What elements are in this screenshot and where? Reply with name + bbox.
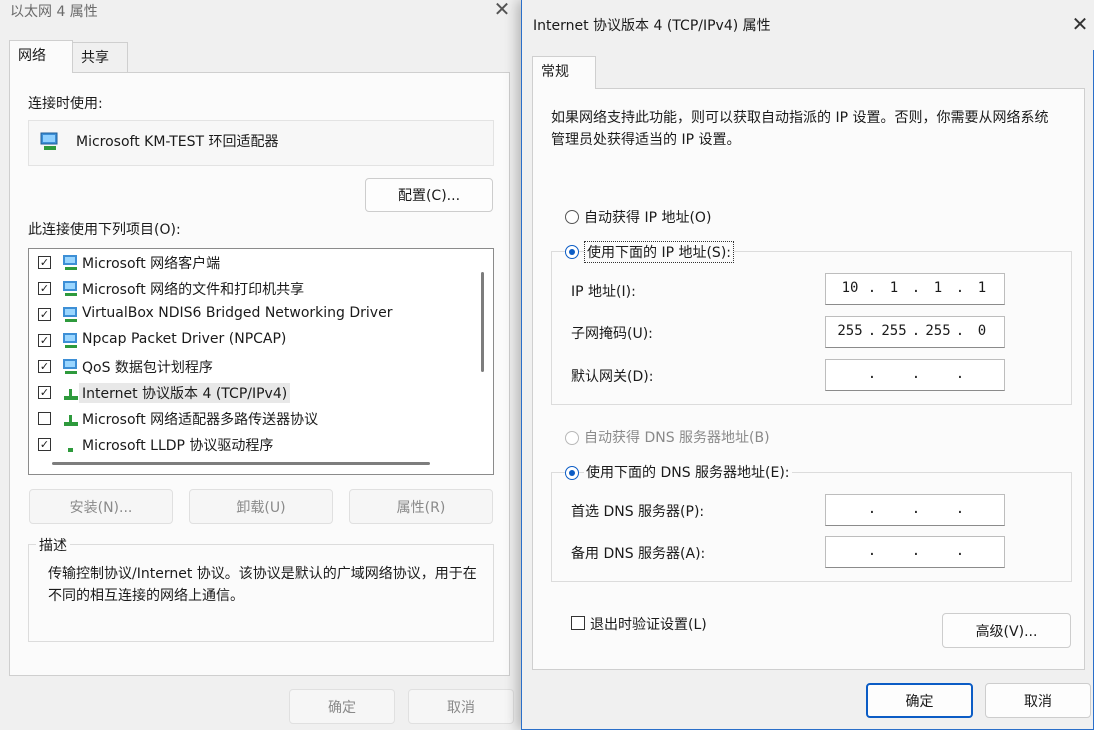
uninstall-button[interactable]: 卸载(U) bbox=[189, 489, 333, 524]
cancel-button[interactable]: 取消 bbox=[985, 683, 1091, 718]
protocol-icon bbox=[64, 415, 78, 426]
network-adapter-icon bbox=[40, 132, 58, 150]
preferred-dns-field[interactable]: . . . bbox=[825, 494, 1005, 526]
list-item[interactable]: ✓ Microsoft LLDP 协议驱动程序 bbox=[29, 432, 469, 458]
item-checkbox[interactable]: ✓ bbox=[38, 438, 51, 451]
item-label: Npcap Packet Driver (NPCAP) bbox=[82, 331, 287, 347]
alternate-dns-field[interactable]: . . . bbox=[825, 536, 1005, 568]
manual-dns-radio[interactable] bbox=[565, 466, 579, 480]
vertical-scrollbar[interactable] bbox=[481, 272, 484, 372]
gateway-label: 默认网关(D): bbox=[571, 369, 654, 385]
list-item[interactable]: ✓ Microsoft 网络的文件和打印机共享 bbox=[29, 276, 469, 302]
list-item[interactable]: ✓ QoS 数据包计划程序 bbox=[29, 354, 469, 380]
adapter-name: Microsoft KM-TEST 环回适配器 bbox=[76, 134, 279, 150]
auto-dns-radio[interactable] bbox=[565, 431, 579, 445]
subnet-mask-field[interactable]: 255. 255. 255. 0 bbox=[825, 316, 1005, 348]
manual-ip-label[interactable]: 使用下面的 IP 地址(S): bbox=[584, 241, 734, 263]
validate-on-exit-checkbox[interactable] bbox=[571, 616, 585, 630]
list-item[interactable]: ✓ Npcap Packet Driver (NPCAP) bbox=[29, 328, 469, 354]
network-client-icon bbox=[63, 255, 77, 270]
cancel-button[interactable]: 取消 bbox=[408, 689, 514, 724]
ok-button[interactable]: 确定 bbox=[289, 689, 395, 724]
validate-on-exit-label[interactable]: 退出时验证设置(L) bbox=[590, 614, 707, 634]
ipv4-dialog-title: Internet 协议版本 4 (TCP/IPv4) 属性 bbox=[533, 18, 771, 34]
ip-octet[interactable]: 10 bbox=[834, 280, 866, 296]
auto-ip-radio[interactable] bbox=[565, 210, 579, 224]
subnet-mask-label: 子网掩码(U): bbox=[571, 326, 653, 342]
item-label: Microsoft LLDP 协议驱动程序 bbox=[82, 438, 274, 454]
item-label: QoS 数据包计划程序 bbox=[82, 360, 213, 376]
ip-octet[interactable]: 1 bbox=[922, 280, 954, 296]
properties-button[interactable]: 属性(R) bbox=[349, 489, 493, 524]
qos-icon bbox=[63, 359, 77, 374]
close-icon[interactable]: ✕ bbox=[1070, 14, 1090, 34]
auto-dns-label[interactable]: 自动获得 DNS 服务器地址(B) bbox=[584, 427, 770, 447]
item-checkbox[interactable]: ✓ bbox=[38, 308, 51, 321]
close-icon[interactable]: ✕ bbox=[491, 0, 513, 20]
protocol-icon bbox=[68, 448, 73, 452]
connect-using-label: 连接时使用: bbox=[28, 96, 103, 112]
item-checkbox[interactable]: ✓ bbox=[38, 360, 51, 373]
item-checkbox[interactable]: ✓ bbox=[38, 386, 51, 399]
mask-octet[interactable]: 255 bbox=[922, 323, 954, 339]
ip-address-field[interactable]: 10. 1. 1. 1 bbox=[825, 273, 1005, 305]
manual-ip-radio[interactable] bbox=[565, 245, 579, 259]
gateway-field[interactable]: . . . bbox=[825, 359, 1005, 391]
mask-octet[interactable]: 0 bbox=[966, 323, 998, 339]
alternate-dns-label: 备用 DNS 服务器(A): bbox=[571, 546, 706, 562]
items-list-label: 此连接使用下列项目(O): bbox=[28, 222, 181, 238]
auto-ip-label[interactable]: 自动获得 IP 地址(O) bbox=[584, 207, 711, 227]
item-label: Microsoft 网络客户端 bbox=[82, 256, 221, 272]
tab-sharing[interactable]: 共享 bbox=[72, 42, 128, 72]
description-title: 描述 bbox=[36, 535, 70, 555]
list-item-selected[interactable]: ✓ Internet 协议版本 4 (TCP/IPv4) bbox=[29, 380, 469, 406]
list-item[interactable]: Microsoft 网络适配器多路传送器协议 bbox=[29, 406, 469, 432]
connection-items-list[interactable]: ✓ Microsoft 网络客户端 ✓ Microsoft 网络的文件和打印机共… bbox=[28, 248, 494, 475]
intro-text: 如果网络支持此功能，则可以获取自动指派的 IP 设置。否则，你需要从网络系统管理… bbox=[551, 110, 1049, 148]
description-text: 传输控制协议/Internet 协议。该协议是默认的广域网络协议，用于在不同的相… bbox=[48, 566, 477, 604]
ok-button[interactable]: 确定 bbox=[866, 683, 973, 718]
ethernet-dialog-title: 以太网 4 属性 bbox=[10, 4, 98, 20]
item-checkbox[interactable]: ✓ bbox=[38, 334, 51, 347]
item-checkbox[interactable]: ✓ bbox=[38, 282, 51, 295]
tab-general[interactable]: 常规 bbox=[532, 56, 596, 89]
list-item[interactable]: ✓ VirtualBox NDIS6 Bridged Networking Dr… bbox=[29, 302, 469, 328]
preferred-dns-label: 首选 DNS 服务器(P): bbox=[571, 504, 705, 520]
item-checkbox[interactable]: ✓ bbox=[38, 256, 51, 269]
horizontal-scrollbar[interactable] bbox=[52, 462, 430, 465]
advanced-button[interactable]: 高级(V)... bbox=[942, 613, 1071, 648]
item-label: Internet 协议版本 4 (TCP/IPv4) bbox=[79, 383, 291, 403]
driver-icon bbox=[63, 333, 77, 348]
mask-octet[interactable]: 255 bbox=[834, 323, 866, 339]
item-label: Microsoft 网络适配器多路传送器协议 bbox=[82, 412, 319, 428]
item-label: VirtualBox NDIS6 Bridged Networking Driv… bbox=[82, 305, 393, 321]
item-label: Microsoft 网络的文件和打印机共享 bbox=[82, 282, 305, 298]
configure-button[interactable]: 配置(C)... bbox=[365, 178, 493, 212]
list-item[interactable]: ✓ Microsoft 网络客户端 bbox=[29, 250, 469, 276]
item-checkbox[interactable] bbox=[38, 412, 51, 425]
driver-icon bbox=[63, 307, 77, 322]
install-button[interactable]: 安装(N)... bbox=[29, 489, 173, 524]
protocol-icon bbox=[64, 389, 78, 400]
mask-octet[interactable]: 255 bbox=[878, 323, 910, 339]
file-share-icon bbox=[63, 281, 77, 296]
ip-octet[interactable]: 1 bbox=[878, 280, 910, 296]
manual-dns-label[interactable]: 使用下面的 DNS 服务器地址(E): bbox=[584, 462, 792, 482]
tab-network[interactable]: 网络 bbox=[9, 40, 73, 73]
ip-address-label: IP 地址(I): bbox=[571, 284, 636, 300]
ip-octet[interactable]: 1 bbox=[966, 280, 998, 296]
